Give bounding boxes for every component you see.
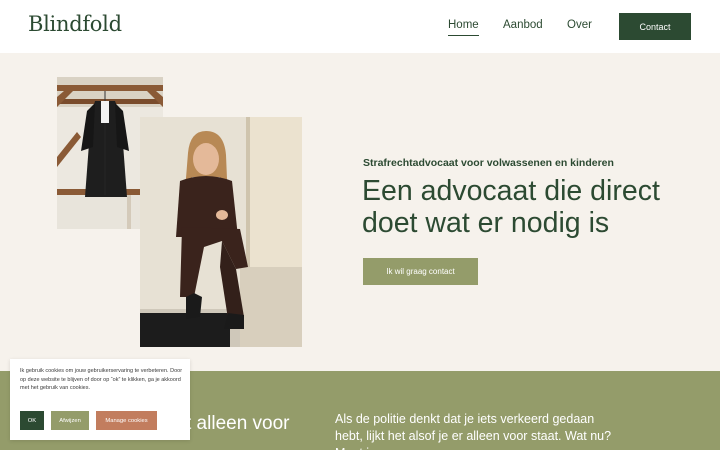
cookie-ok-button[interactable]: OK: [20, 411, 44, 430]
contact-cta-button[interactable]: Ik wil graag contact: [363, 258, 478, 285]
hero-title: Een advocaat die direct doet wat er nodi…: [362, 175, 660, 239]
nav-over-link[interactable]: Over: [567, 19, 592, 31]
contact-button[interactable]: Contact: [619, 13, 691, 40]
nav-aanbod-link[interactable]: Aanbod: [503, 19, 543, 31]
site-logo[interactable]: Blindfold: [28, 12, 122, 36]
cookie-message: Ik gebruik cookies om jouw gebruikerserv…: [20, 368, 183, 391]
lawyer-portrait-illustration: [140, 117, 302, 347]
site-header: Blindfold Home Aanbod Over Contact: [0, 0, 720, 53]
cookie-reject-button[interactable]: Afwijzen: [51, 411, 89, 430]
page: Blindfold Home Aanbod Over Contact Straf…: [0, 0, 720, 450]
section-body-text: Als de politie denkt dat je iets verkeer…: [335, 412, 612, 450]
lawyer-portrait-photo: [140, 117, 302, 347]
manage-cookies-button[interactable]: Manage cookies: [96, 411, 157, 430]
hero-subtitle: Strafrechtadvocaat voor volwassenen en k…: [363, 157, 614, 169]
section-heading: t alleen voor: [186, 413, 290, 434]
cookie-banner: Ik gebruik cookies om jouw gebruikerserv…: [10, 359, 190, 440]
nav-home-link[interactable]: Home: [448, 19, 479, 36]
